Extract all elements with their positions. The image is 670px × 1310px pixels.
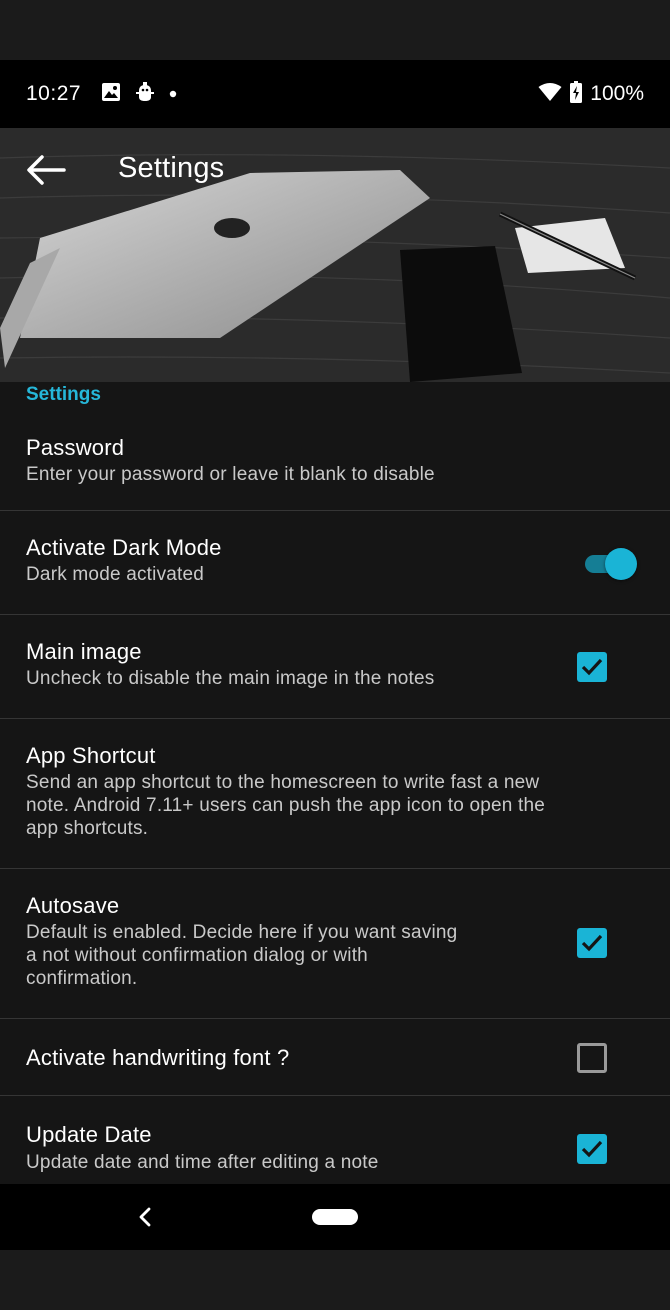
pref-summary-line-2: note. Android 7.11+ users can push the a… bbox=[26, 795, 546, 816]
pref-autosave[interactable]: Autosave Default is enabled. Decide here… bbox=[0, 870, 670, 1019]
pref-summary-line-2: a not without confirmation dialog or wit… bbox=[26, 945, 368, 966]
dark-mode-switch[interactable] bbox=[583, 546, 639, 580]
status-right: 100% bbox=[538, 80, 644, 108]
wifi-icon bbox=[538, 82, 562, 107]
arrow-back-icon bbox=[27, 155, 66, 185]
bottom-margin bbox=[0, 1250, 670, 1310]
pref-app-shortcut[interactable]: App Shortcut Send an app shortcut to the… bbox=[0, 720, 670, 869]
navigation-bar bbox=[0, 1184, 670, 1250]
back-button[interactable] bbox=[22, 146, 70, 194]
pref-title: Password bbox=[26, 435, 125, 460]
pref-summary: Enter your password or leave it blank to… bbox=[26, 464, 435, 485]
pref-main-image[interactable]: Main image Uncheck to disable the main i… bbox=[0, 616, 670, 719]
battery-charging-icon bbox=[570, 80, 583, 108]
nav-back-button[interactable] bbox=[130, 1202, 160, 1232]
android-debug-icon bbox=[135, 81, 155, 108]
settings-list[interactable]: Settings Password Enter your password or… bbox=[0, 382, 670, 1184]
section-header: Settings bbox=[26, 384, 101, 405]
pref-handwriting-font[interactable]: Activate handwriting font ? bbox=[0, 1020, 670, 1096]
handwriting-font-checkbox[interactable] bbox=[577, 1043, 607, 1073]
pref-summary-line-3: confirmation. bbox=[26, 968, 138, 989]
status-notification-icons bbox=[101, 81, 177, 108]
update-date-checkbox[interactable] bbox=[577, 1134, 607, 1164]
header-image: Settings bbox=[0, 128, 670, 382]
pref-summary: Update date and time after editing a not… bbox=[26, 1152, 379, 1173]
pref-summary: Dark mode activated bbox=[26, 564, 205, 585]
pref-title: Main image bbox=[26, 639, 142, 664]
top-margin bbox=[0, 0, 670, 60]
page-title: Settings bbox=[118, 152, 225, 184]
dot-icon bbox=[169, 85, 177, 103]
checkmark-icon bbox=[581, 1140, 603, 1158]
pref-title: App Shortcut bbox=[26, 743, 156, 768]
pref-summary-line-1: Default is enabled. Decide here if you w… bbox=[26, 922, 458, 943]
pref-title: Activate handwriting font ? bbox=[26, 1045, 290, 1070]
pref-password[interactable]: Password Enter your password or leave it… bbox=[0, 412, 670, 511]
status-bar: 10:27 100% bbox=[0, 60, 670, 128]
autosave-checkbox[interactable] bbox=[577, 928, 607, 958]
pref-update-date[interactable]: Update Date Update date and time after e… bbox=[0, 1097, 670, 1184]
pref-title: Autosave bbox=[26, 893, 120, 918]
switch-thumb bbox=[605, 548, 637, 580]
pref-dark-mode[interactable]: Activate Dark Mode Dark mode activated bbox=[0, 512, 670, 615]
battery-percentage: 100% bbox=[590, 82, 644, 105]
pref-summary-line-1: Send an app shortcut to the homescreen t… bbox=[26, 772, 540, 793]
main-image-checkbox[interactable] bbox=[577, 652, 607, 682]
header-background-photo bbox=[0, 128, 670, 382]
pref-summary: Uncheck to disable the main image in the… bbox=[26, 668, 435, 689]
image-icon bbox=[101, 82, 121, 107]
nav-back-icon bbox=[139, 1207, 151, 1227]
status-time: 10:27 bbox=[26, 82, 82, 105]
checkmark-icon bbox=[581, 658, 603, 676]
pref-title: Update Date bbox=[26, 1122, 152, 1147]
nav-home-pill[interactable] bbox=[312, 1209, 358, 1225]
checkmark-icon bbox=[581, 934, 603, 952]
pref-title: Activate Dark Mode bbox=[26, 535, 222, 560]
pref-summary-line-3: app shortcuts. bbox=[26, 818, 149, 839]
